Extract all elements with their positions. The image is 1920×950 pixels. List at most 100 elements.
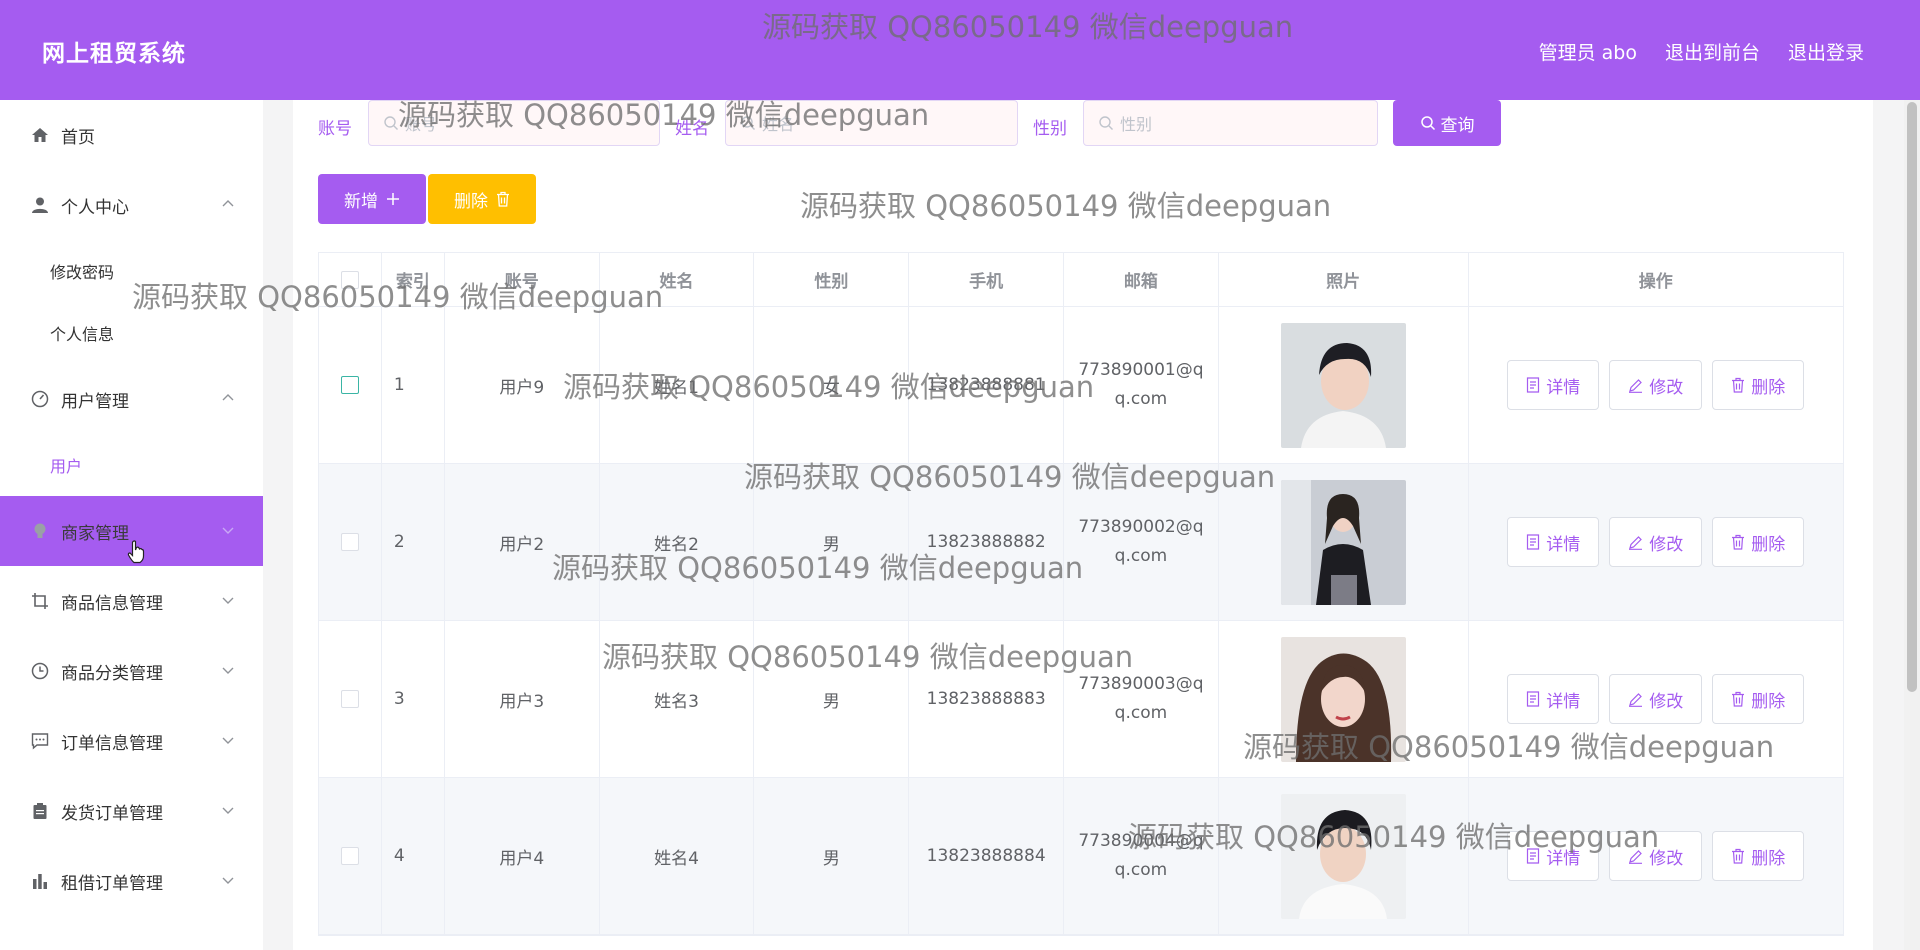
document-icon: [1527, 691, 1540, 707]
edit-button-label: 修改: [1649, 534, 1684, 555]
document-icon: [1527, 377, 1540, 393]
sidebar-item-product-info[interactable]: 商品信息管理: [0, 566, 263, 636]
column-header: 操作: [1638, 272, 1673, 292]
name-label: 姓名: [675, 119, 709, 139]
detail-button[interactable]: 详情: [1507, 360, 1600, 410]
delete-button[interactable]: 删除: [1712, 517, 1805, 567]
edit-button[interactable]: 修改: [1609, 360, 1703, 410]
edit-icon: [1629, 378, 1643, 393]
chat-icon: [30, 731, 50, 751]
detail-button[interactable]: 详情: [1507, 517, 1600, 567]
search-icon: [1420, 116, 1435, 131]
account-label: 账号: [318, 119, 352, 139]
exit-to-front-link[interactable]: 退出到前台: [1665, 38, 1760, 65]
gender-placeholder: 性别: [1120, 115, 1153, 134]
chevron-down-icon: [220, 662, 236, 678]
edit-button-label: 修改: [1649, 691, 1684, 712]
add-button[interactable]: 新增: [318, 174, 426, 224]
gender-cell: 男: [754, 778, 910, 934]
gender-cell: 男: [754, 621, 910, 777]
vertical-scrollbar[interactable]: [1904, 100, 1920, 950]
photo-cell: [1219, 307, 1469, 463]
user-icon: [30, 195, 50, 215]
delete-button-label: 删除: [1751, 848, 1786, 869]
sidebar-item-product-category[interactable]: 商品分类管理: [0, 636, 263, 706]
gender-search-input[interactable]: 性别: [1083, 100, 1378, 146]
edit-icon: [1629, 849, 1643, 864]
user-photo: [1280, 636, 1406, 762]
email-cell: 773890002@q q.com: [1064, 464, 1219, 620]
admin-user-link[interactable]: 管理员 abo: [1539, 38, 1637, 65]
sidebar-item-user-management[interactable]: 用户管理: [0, 364, 263, 434]
brand-title: 网上租贸系统: [42, 41, 186, 67]
chevron-up-icon: [220, 196, 236, 212]
sidebar-item-shipping-orders[interactable]: 发货订单管理: [0, 776, 263, 846]
sidebar-subitem-user[interactable]: 用户: [0, 434, 263, 496]
row-checkbox[interactable]: [340, 690, 359, 708]
row-checkbox[interactable]: [340, 533, 359, 551]
user-photo: [1280, 793, 1406, 919]
detail-button[interactable]: 详情: [1507, 674, 1600, 724]
sidebar-item-home[interactable]: 首页: [0, 100, 263, 170]
account-placeholder: 账号: [405, 115, 438, 134]
home-icon: [30, 125, 50, 145]
edit-button[interactable]: 修改: [1609, 674, 1703, 724]
actions-cell: 详情 修改 删除: [1469, 621, 1844, 777]
scrollbar-thumb[interactable]: [1907, 102, 1917, 692]
name-cell: 姓名2: [600, 464, 755, 620]
account-cell: 用户4: [445, 778, 600, 934]
email-cell: 773890001@q q.com: [1064, 307, 1219, 463]
sidebar-item-rental-orders[interactable]: 租借订单管理: [0, 846, 263, 916]
account-search-input[interactable]: 账号: [368, 100, 660, 146]
sidebar-item-personal-center[interactable]: 个人中心: [0, 170, 263, 240]
table-row: 1 用户9 姓名1 女 13823888881 773890001@q q.com: [319, 307, 1843, 464]
search-icon: [384, 116, 398, 130]
delete-button-label: 删除: [454, 191, 488, 212]
batch-delete-button[interactable]: 删除: [428, 174, 536, 224]
edit-button[interactable]: 修改: [1609, 517, 1703, 567]
sidebar-subitem-label: 个人信息: [50, 325, 115, 344]
row-checkbox[interactable]: [340, 376, 359, 394]
photo-cell: [1219, 778, 1469, 934]
select-all-checkbox[interactable]: [340, 270, 359, 289]
name-search-input[interactable]: 姓名: [725, 100, 1018, 146]
edit-button[interactable]: 修改: [1609, 831, 1703, 881]
name-cell: 姓名3: [600, 621, 755, 777]
sidebar-item-label: 商品信息管理: [61, 593, 163, 614]
delete-button[interactable]: 删除: [1712, 674, 1805, 724]
phone-cell: 13823888883: [909, 621, 1065, 777]
actions-cell: 详情 修改 删除: [1469, 778, 1844, 934]
sidebar-subitem-personal-info[interactable]: 个人信息: [0, 302, 263, 364]
delete-button[interactable]: 删除: [1712, 360, 1805, 410]
email-line-1: 773890004@q: [1078, 831, 1204, 851]
email-cell: 773890003@q q.com: [1064, 621, 1219, 777]
top-header: 网上租贸系统 管理员 abo 退出到前台 退出登录: [0, 0, 1920, 100]
email-line-2: q.com: [1114, 860, 1168, 880]
sidebar-item-label: 首页: [61, 127, 95, 148]
table-row: 4 用户4 姓名4 男 13823888884 773890004@q q.com: [319, 778, 1843, 935]
sidebar-subitem-change-password[interactable]: 修改密码: [0, 240, 263, 302]
trash-icon: [1732, 691, 1745, 707]
sidebar-item-order-info[interactable]: 订单信息管理: [0, 706, 263, 776]
user-photo: [1280, 479, 1406, 605]
bar-chart-icon: [30, 871, 50, 891]
edit-icon: [1629, 535, 1643, 550]
name-placeholder: 姓名: [762, 115, 795, 134]
delete-button-label: 删除: [1751, 534, 1786, 555]
crop-icon: [30, 591, 50, 611]
sidebar-item-label: 租借订单管理: [61, 873, 163, 894]
user-photo: [1280, 322, 1406, 448]
gender-label: 性别: [1033, 119, 1067, 139]
lightbulb-icon: [30, 521, 50, 541]
detail-button[interactable]: 详情: [1507, 831, 1600, 881]
name-cell: 姓名1: [600, 307, 755, 463]
column-header: 账号: [445, 253, 600, 306]
query-button[interactable]: 查询: [1393, 100, 1501, 146]
detail-button-label: 详情: [1546, 691, 1581, 712]
delete-button[interactable]: 删除: [1712, 831, 1805, 881]
logout-link[interactable]: 退出登录: [1788, 38, 1864, 65]
detail-button-label: 详情: [1546, 534, 1581, 555]
sidebar-item-label: 发货订单管理: [61, 803, 163, 824]
column-header: 照片: [1219, 253, 1469, 306]
row-checkbox[interactable]: [340, 847, 359, 865]
